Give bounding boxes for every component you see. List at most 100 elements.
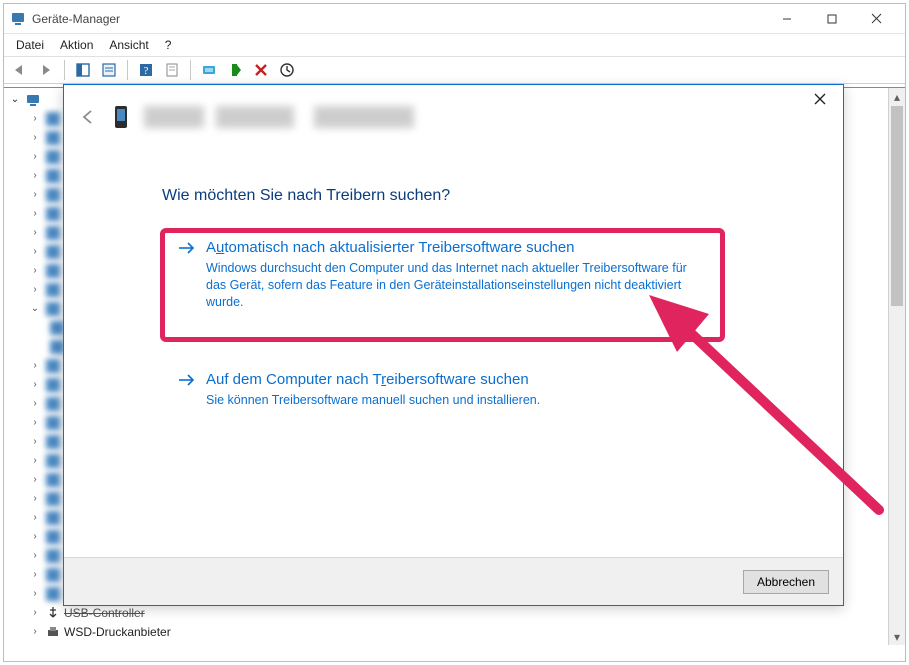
chevron-right-icon[interactable]: › [28, 284, 42, 295]
nav-back-icon[interactable] [8, 58, 32, 82]
category-icon [45, 586, 61, 602]
scan-hardware-icon[interactable] [197, 58, 221, 82]
update-driver-icon[interactable] [275, 58, 299, 82]
category-icon [45, 396, 61, 412]
option-browse-computer[interactable]: Auf dem Computer nach Treibersoftware su… [162, 361, 723, 431]
page-icon[interactable] [160, 58, 184, 82]
tree-category-wsd[interactable]: › WSD-Druckanbieter [8, 622, 874, 641]
chevron-right-icon[interactable]: › [28, 455, 42, 466]
dialog-footer: Abbrechen [64, 557, 843, 605]
properties-icon[interactable] [97, 58, 121, 82]
toolbar: ? [4, 56, 905, 84]
chevron-right-icon[interactable]: › [28, 170, 42, 181]
option-title-part: A [206, 239, 216, 256]
chevron-right-icon[interactable]: › [28, 607, 42, 618]
option-search-automatically[interactable]: Automatisch nach aktualisierter Treibers… [162, 229, 723, 339]
chevron-down-icon[interactable]: ⌄ [8, 94, 22, 105]
enable-device-icon[interactable] [223, 58, 247, 82]
category-icon [45, 263, 61, 279]
arrow-right-icon [178, 241, 196, 255]
category-icon [45, 282, 61, 298]
chevron-down-icon[interactable]: ⌄ [28, 303, 42, 314]
chevron-right-icon[interactable]: › [28, 246, 42, 257]
maximize-button[interactable] [809, 5, 854, 33]
chevron-right-icon[interactable]: › [28, 208, 42, 219]
option-title: Auf dem Computer nach Treibersoftware su… [206, 371, 705, 388]
menu-action[interactable]: Aktion [52, 36, 101, 54]
chevron-right-icon[interactable]: › [28, 398, 42, 409]
category-icon [45, 168, 61, 184]
arrow-right-icon [178, 373, 196, 387]
scroll-down-icon[interactable]: ▾ [889, 628, 905, 645]
chevron-right-icon[interactable]: › [28, 227, 42, 238]
device-name-redacted [144, 106, 434, 128]
category-icon [45, 510, 61, 526]
chevron-right-icon[interactable]: › [28, 474, 42, 485]
app-icon [10, 11, 26, 27]
chevron-right-icon[interactable]: › [28, 550, 42, 561]
close-button[interactable] [854, 5, 899, 33]
category-icon [45, 111, 61, 127]
chevron-right-icon[interactable]: › [28, 626, 42, 637]
chevron-right-icon[interactable]: › [28, 493, 42, 504]
category-icon [45, 567, 61, 583]
tree-label: WSD-Druckanbieter [64, 625, 171, 639]
update-driver-dialog: Wie möchten Sie nach Treibern suchen? Au… [63, 84, 844, 606]
titlebar: Geräte-Manager [4, 4, 905, 34]
category-icon [45, 244, 61, 260]
category-icon [45, 453, 61, 469]
option-title-part: eibersoftware suchen [386, 371, 529, 388]
chevron-right-icon[interactable]: › [28, 360, 42, 371]
category-icon [45, 149, 61, 165]
menu-help[interactable]: ? [157, 36, 180, 54]
tree-label: USB-Controller [64, 606, 145, 620]
help-icon[interactable]: ? [134, 58, 158, 82]
window-title: Geräte-Manager [32, 12, 120, 26]
chevron-right-icon[interactable]: › [28, 113, 42, 124]
chevron-right-icon[interactable]: › [28, 189, 42, 200]
category-icon [45, 434, 61, 450]
chevron-right-icon[interactable]: › [28, 588, 42, 599]
cancel-button[interactable]: Abbrechen [743, 570, 829, 594]
menubar: Datei Aktion Ansicht ? [4, 34, 905, 56]
chevron-right-icon[interactable]: › [28, 132, 42, 143]
show-hide-tree-icon[interactable] [71, 58, 95, 82]
option-description: Windows durchsucht den Computer und das … [206, 260, 705, 311]
toolbar-separator [127, 60, 128, 80]
category-icon [45, 415, 61, 431]
chevron-right-icon[interactable]: › [28, 436, 42, 447]
chevron-right-icon[interactable]: › [28, 379, 42, 390]
menu-file[interactable]: Datei [8, 36, 52, 54]
chevron-right-icon[interactable]: › [28, 265, 42, 276]
category-icon [45, 206, 61, 222]
category-icon [45, 358, 61, 374]
minimize-button[interactable] [764, 5, 809, 33]
option-title: Automatisch nach aktualisierter Treibers… [206, 239, 705, 256]
chevron-right-icon[interactable]: › [28, 531, 42, 542]
category-icon [45, 491, 61, 507]
chevron-right-icon[interactable]: › [28, 151, 42, 162]
uninstall-device-icon[interactable] [249, 58, 273, 82]
category-icon [45, 187, 61, 203]
back-arrow-icon[interactable] [78, 107, 98, 127]
scroll-up-icon[interactable]: ▴ [889, 88, 905, 105]
toolbar-separator [190, 60, 191, 80]
menu-view[interactable]: Ansicht [101, 36, 156, 54]
chevron-right-icon[interactable]: › [28, 417, 42, 428]
device-icon [110, 103, 132, 131]
category-icon [45, 130, 61, 146]
dialog-close-button[interactable] [803, 87, 837, 111]
nav-forward-icon[interactable] [34, 58, 58, 82]
usb-icon [45, 605, 61, 621]
category-icon [45, 472, 61, 488]
chevron-right-icon[interactable]: › [28, 512, 42, 523]
computer-icon [25, 92, 41, 108]
toolbar-separator [64, 60, 65, 80]
svg-text:?: ? [144, 65, 149, 77]
category-icon [45, 301, 61, 317]
scroll-thumb[interactable] [891, 106, 903, 306]
chevron-right-icon[interactable]: › [28, 569, 42, 580]
option-description: Sie können Treibersoftware manuell suche… [206, 392, 705, 409]
dialog-question: Wie möchten Sie nach Treibern suchen? [162, 187, 450, 205]
vertical-scrollbar[interactable]: ▴ ▾ [888, 88, 905, 645]
